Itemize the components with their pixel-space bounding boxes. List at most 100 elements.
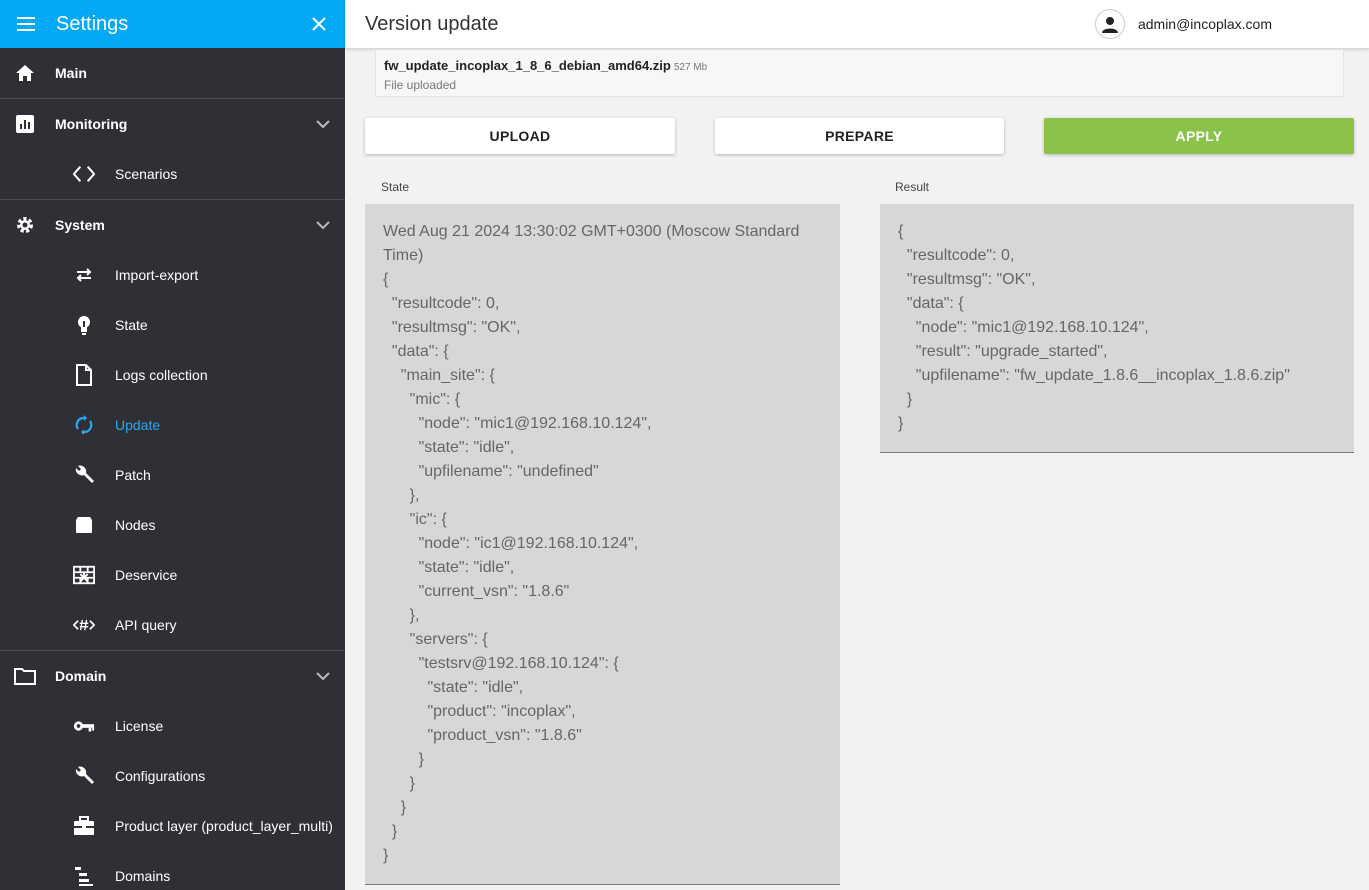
sidebar-item-state[interactable]: State: [0, 300, 345, 350]
document-icon: [73, 364, 95, 386]
result-label: Result: [895, 180, 930, 194]
code-line: "node": "mic1@192.168.10.124",: [898, 319, 1149, 336]
code-line: "product_vsn": "1.8.6": [383, 727, 582, 744]
user-email[interactable]: admin@incoplax.com: [1138, 16, 1272, 32]
sidebar-item-label: Logs collection: [115, 367, 208, 383]
sidebar-title: Settings: [56, 12, 129, 35]
sidebar-item-patch[interactable]: Patch: [0, 450, 345, 500]
sidebar-item-scenarios[interactable]: Scenarios: [0, 149, 345, 199]
sidebar-item-label: Import-export: [115, 267, 199, 283]
code-line: Time): [383, 247, 424, 264]
sidebar-item-label: Configurations: [115, 768, 206, 784]
sidebar-item-api-query[interactable]: API query: [0, 600, 345, 650]
sidebar-item-import-export[interactable]: Import-export: [0, 250, 345, 300]
code-line: }: [898, 415, 904, 432]
sidebar-item-label: Domains: [115, 868, 171, 884]
sidebar-item-label: Scenarios: [115, 166, 178, 182]
chevron-down-icon[interactable]: [315, 217, 331, 233]
code-line: "resultmsg": "OK",: [898, 271, 1036, 288]
code-line: "state": "idle",: [383, 679, 524, 696]
sidebar-item-configurations[interactable]: Configurations: [0, 751, 345, 801]
prepare-button[interactable]: PREPARE: [715, 118, 1004, 154]
briefcase-icon: [73, 815, 95, 837]
code-line: "resultcode": 0,: [898, 247, 1015, 264]
key-icon: [73, 715, 95, 737]
code-line: "upfilename": "undefined": [383, 463, 599, 480]
apply-button[interactable]: APPLY: [1044, 118, 1354, 154]
wrench-icon: [73, 464, 95, 486]
sync-icon: [73, 414, 95, 436]
sidebar-item-main[interactable]: Main: [0, 48, 345, 98]
code-line: }: [383, 823, 398, 840]
sidebar-item-monitoring[interactable]: Monitoring: [0, 99, 345, 149]
code-line: },: [383, 607, 420, 624]
code-brackets-icon: [73, 163, 95, 185]
gear-icon: [14, 214, 36, 236]
code-line: "data": {: [898, 295, 964, 312]
sidebar-item-label: Domain: [55, 668, 107, 684]
code-line: "current_vsn": "1.8.6": [383, 583, 570, 600]
code-line: "ic": {: [383, 511, 447, 528]
lightbulb-icon: [73, 314, 95, 336]
upload-button[interactable]: UPLOAD: [365, 118, 675, 154]
sidebar-item-product-layer[interactable]: Product layer (product_layer_multi): [0, 801, 345, 851]
sidebar-item-label: Monitoring: [55, 116, 128, 132]
tree-list-icon: [73, 865, 95, 887]
code-line: }: [383, 799, 407, 816]
sidebar-item-domains[interactable]: Domains: [0, 851, 345, 890]
menu-icon[interactable]: [15, 13, 37, 35]
swap-icon: [73, 264, 95, 286]
sidebar-item-label: Main: [55, 65, 87, 81]
uploaded-file-card: fw_update_incoplax_1_8_6_debian_amd64.zi…: [375, 50, 1344, 97]
sidebar-item-nodes[interactable]: Nodes: [0, 500, 345, 550]
code-line: "main_site": {: [383, 367, 495, 384]
code-line: "servers": {: [383, 631, 488, 648]
chevron-down-icon[interactable]: [315, 116, 331, 132]
page-title: Version update: [365, 12, 499, 35]
sidebar-item-label: Deservice: [115, 567, 178, 583]
sidebar-item-deservice[interactable]: Deservice: [0, 550, 345, 600]
bar-chart-icon: [14, 113, 36, 135]
home-icon: [14, 62, 36, 84]
sidebar-item-domain[interactable]: Domain: [0, 651, 345, 701]
code-line: {: [898, 223, 904, 240]
state-output: Wed Aug 21 2024 13:30:02 GMT+0300 (Mosco…: [365, 204, 840, 885]
wrench-icon: [73, 765, 95, 787]
code-line: "mic": {: [383, 391, 461, 408]
avatar[interactable]: [1094, 9, 1125, 39]
sidebar-item-label: Product layer (product_layer_multi): [115, 818, 333, 834]
code-line: "result": "upgrade_started",: [898, 343, 1108, 360]
sidebar-item-label: Nodes: [115, 517, 156, 533]
code-line: "state": "idle",: [383, 439, 515, 456]
sidebar: Settings Main Monitoring Scenarios Syste: [0, 0, 345, 890]
folder-icon: [14, 665, 36, 687]
code-line: "node": "ic1@192.168.10.124",: [383, 535, 639, 552]
code-line: },: [383, 487, 420, 504]
sidebar-item-label: Update: [115, 417, 161, 433]
code-line: "resultmsg": "OK",: [383, 319, 521, 336]
file-name: fw_update_incoplax_1_8_6_debian_amd64.zi…: [384, 58, 671, 73]
code-line: Wed Aug 21 2024 13:30:02 GMT+0300 (Mosco…: [383, 223, 800, 240]
api-code-icon: [73, 614, 95, 636]
state-label: State: [381, 180, 410, 194]
code-line: "upfilename": "fw_update_1.8.6__incoplax…: [898, 367, 1290, 384]
sidebar-item-label: API query: [115, 617, 177, 633]
close-icon[interactable]: [308, 13, 330, 35]
sidebar-header: Settings: [0, 0, 345, 48]
sidebar-item-label: System: [55, 217, 105, 233]
sidebar-item-license[interactable]: License: [0, 701, 345, 751]
sidebar-item-label: State: [115, 317, 148, 333]
top-bar: Version update admin@incoplax.com: [345, 0, 1369, 49]
code-line: }: [383, 751, 424, 768]
code-line: {: [383, 271, 389, 288]
sidebar-item-logs-collection[interactable]: Logs collection: [0, 350, 345, 400]
chevron-down-icon[interactable]: [315, 668, 331, 684]
card-icon: [73, 514, 95, 536]
code-line: }: [383, 775, 416, 792]
code-line: "testsrv@192.168.10.124": {: [383, 655, 619, 672]
sidebar-item-update[interactable]: Update: [0, 400, 345, 450]
result-output: { "resultcode": 0, "resultmsg": "OK", "d…: [880, 204, 1354, 453]
file-size: 527 Mb: [673, 62, 708, 73]
sidebar-item-system[interactable]: System: [0, 200, 345, 250]
code-line: }: [383, 847, 389, 864]
